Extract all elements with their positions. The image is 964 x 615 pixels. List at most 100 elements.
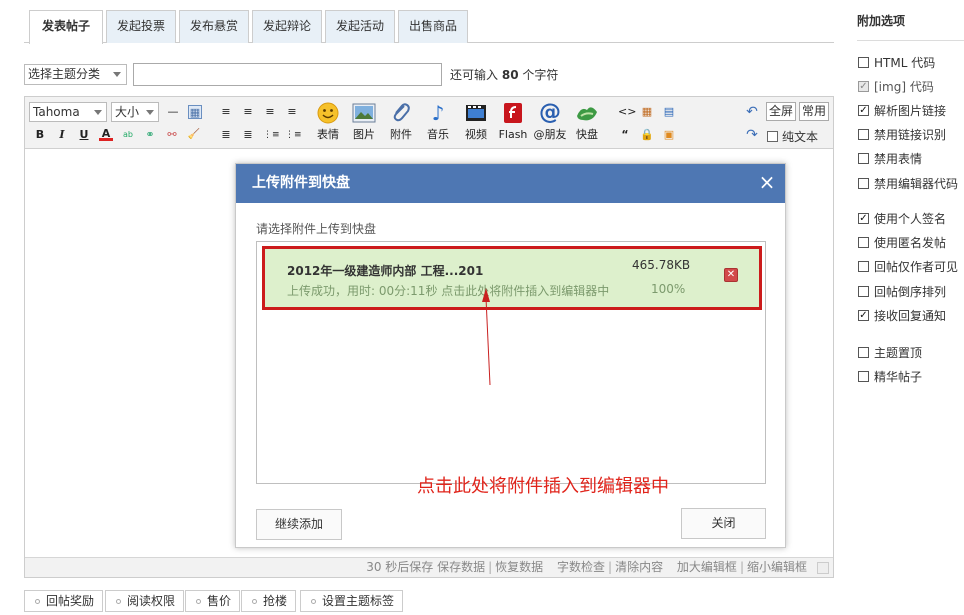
common-mode-button[interactable]: 常用 bbox=[799, 102, 829, 121]
read-permission-button[interactable]: 阅读权限 bbox=[105, 590, 185, 612]
font-color-icon[interactable]: A bbox=[99, 127, 113, 141]
redo-icon[interactable]: ↷ bbox=[745, 128, 759, 142]
fullscreen-button[interactable]: 全屏 bbox=[766, 102, 796, 121]
option-checkbox[interactable] bbox=[858, 129, 869, 140]
bullet-icon bbox=[311, 599, 316, 604]
reply-reward-button[interactable]: 回帖奖励 bbox=[24, 590, 104, 612]
close-icon[interactable]: × bbox=[757, 164, 777, 203]
shrink-editor-link[interactable]: 缩小编辑框 bbox=[747, 560, 807, 574]
option-checkbox[interactable] bbox=[858, 347, 869, 358]
restore-data-link[interactable]: 恢复数据 bbox=[495, 560, 543, 574]
option-3[interactable]: 禁用链接识别 bbox=[858, 126, 946, 143]
float-left-icon[interactable]: ≣ bbox=[219, 128, 233, 142]
page-break-icon[interactable]: ▤ bbox=[662, 105, 676, 119]
align-center-icon[interactable]: ≡ bbox=[241, 105, 255, 119]
option-label: 接收回复通知 bbox=[874, 309, 947, 323]
annotation-text: 点击此处将附件插入到编辑器中 bbox=[417, 476, 669, 497]
unlink-icon[interactable]: ⚯ bbox=[165, 128, 179, 142]
title-input[interactable] bbox=[133, 63, 442, 86]
set-tags-button[interactable]: 设置主题标签 bbox=[300, 590, 404, 612]
code-icon[interactable]: <> bbox=[618, 105, 636, 119]
option-11[interactable]: 主题置顶 bbox=[858, 344, 922, 361]
tab-sell-goods[interactable]: 出售商品 bbox=[398, 10, 468, 43]
font-size-select[interactable]: 大小 bbox=[111, 102, 159, 122]
float-right-icon[interactable]: ≣ bbox=[241, 128, 255, 142]
option-checkbox[interactable] bbox=[858, 261, 869, 272]
smiley-icon bbox=[316, 102, 340, 124]
free-content-icon[interactable]: ▣ bbox=[662, 128, 676, 142]
tab-poll[interactable]: 发起投票 bbox=[106, 10, 176, 43]
option-checkbox[interactable] bbox=[858, 213, 869, 224]
underline-icon[interactable]: U bbox=[77, 128, 91, 142]
link-icon[interactable]: ⚭ bbox=[143, 128, 157, 142]
mention-friend-button[interactable]: @ @朋友 bbox=[532, 102, 568, 142]
option-5[interactable]: 禁用编辑器代码 bbox=[858, 175, 958, 192]
option-checkbox[interactable] bbox=[858, 178, 869, 189]
option-checkbox[interactable] bbox=[858, 237, 869, 248]
option-12[interactable]: 精华帖子 bbox=[858, 368, 922, 385]
align-justify-icon[interactable]: ≡ bbox=[285, 105, 299, 119]
option-0[interactable]: HTML 代码 bbox=[858, 54, 935, 71]
undo-icon[interactable]: ↶ bbox=[745, 105, 759, 119]
option-checkbox[interactable] bbox=[858, 286, 869, 297]
resize-handle[interactable] bbox=[817, 562, 829, 574]
option-9[interactable]: 回帖倒序排列 bbox=[858, 283, 946, 300]
save-data-link[interactable]: 保存数据 bbox=[437, 560, 485, 574]
align-left-icon[interactable]: ≡ bbox=[219, 105, 233, 119]
paperclip-icon bbox=[389, 102, 413, 124]
price-button[interactable]: 售价 bbox=[185, 590, 241, 612]
attachment-button[interactable]: 附件 bbox=[383, 102, 419, 142]
ordered-list-icon[interactable]: ⋮≡ bbox=[263, 128, 280, 142]
flash-button[interactable]: Flash bbox=[495, 102, 531, 142]
option-8[interactable]: 回帖仅作者可见 bbox=[858, 258, 958, 275]
highlight-icon[interactable]: ab bbox=[121, 128, 135, 142]
clear-content-link[interactable]: 清除内容 bbox=[615, 560, 663, 574]
option-checkbox[interactable] bbox=[858, 57, 869, 68]
lock-icon[interactable]: 🔒 bbox=[640, 128, 654, 142]
tab-post-thread[interactable]: 发表帖子 bbox=[29, 10, 103, 44]
option-7[interactable]: 使用匿名发帖 bbox=[858, 234, 946, 251]
floor-grab-button[interactable]: 抢楼 bbox=[241, 590, 297, 612]
clear-format-icon[interactable]: 🧹 bbox=[187, 128, 201, 142]
option-checkbox[interactable] bbox=[858, 105, 869, 116]
bullet-icon bbox=[35, 599, 40, 604]
word-count-link[interactable]: 字数检查 bbox=[557, 560, 605, 574]
at-sign-icon: @ bbox=[539, 100, 561, 125]
enlarge-editor-link[interactable]: 加大编辑框 bbox=[677, 560, 737, 574]
music-note-icon: ♪ bbox=[431, 101, 445, 125]
sidebar-title: 附加选项 bbox=[857, 14, 906, 28]
video-button[interactable]: 视频 bbox=[458, 102, 494, 142]
bold-icon[interactable]: B bbox=[33, 128, 47, 142]
post-type-tabs: 发表帖子 发起投票 发布悬赏 发起辩论 发起活动 出售商品 bbox=[24, 10, 834, 44]
continue-add-button[interactable]: 继续添加 bbox=[256, 509, 342, 540]
plain-text-toggle[interactable]: 纯文本 bbox=[767, 128, 818, 145]
option-10[interactable]: 接收回复通知 bbox=[858, 307, 946, 324]
image-button[interactable]: 图片 bbox=[346, 102, 382, 142]
option-label: 回帖仅作者可见 bbox=[874, 260, 959, 274]
hide-content-icon[interactable]: ▦ bbox=[640, 105, 654, 119]
option-2[interactable]: 解析图片链接 bbox=[858, 102, 946, 119]
editor-status-bar: 30 秒后保存 保存数据 | 恢复数据 字数检查 | 清除内容 加大编辑框 | 缩小编辑框 bbox=[25, 557, 833, 577]
plain-text-checkbox[interactable] bbox=[767, 131, 778, 142]
font-family-select[interactable]: Tahoma bbox=[29, 102, 107, 122]
tab-reward[interactable]: 发布悬赏 bbox=[179, 10, 249, 43]
category-select[interactable]: 选择主题分类 bbox=[24, 64, 127, 85]
option-6[interactable]: 使用个人签名 bbox=[858, 210, 946, 227]
tab-debate[interactable]: 发起辩论 bbox=[252, 10, 322, 43]
option-1[interactable]: [img] 代码 bbox=[858, 78, 934, 95]
option-checkbox[interactable] bbox=[858, 153, 869, 164]
option-checkbox[interactable] bbox=[858, 310, 869, 321]
unordered-list-icon[interactable]: ⋮≡ bbox=[285, 128, 302, 142]
quote-icon[interactable]: “ bbox=[618, 128, 632, 142]
horizontal-rule-icon[interactable]: — bbox=[166, 105, 180, 119]
italic-icon[interactable]: I bbox=[55, 128, 69, 142]
tab-activity[interactable]: 发起活动 bbox=[325, 10, 395, 43]
emoticon-button[interactable]: 表情 bbox=[310, 102, 346, 142]
option-4[interactable]: 禁用表情 bbox=[858, 150, 922, 167]
option-checkbox[interactable] bbox=[858, 371, 869, 382]
table-icon[interactable]: ▦ bbox=[188, 105, 202, 119]
close-dialog-button[interactable]: 关闭 bbox=[681, 508, 766, 539]
align-right-icon[interactable]: ≡ bbox=[263, 105, 277, 119]
kuaipan-button[interactable]: 快盘 bbox=[569, 102, 605, 142]
music-button[interactable]: ♪ 音乐 bbox=[420, 102, 456, 142]
